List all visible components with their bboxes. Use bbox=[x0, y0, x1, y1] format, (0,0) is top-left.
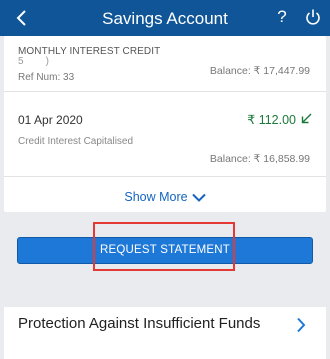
divider bbox=[4, 91, 326, 92]
chevron-right-icon bbox=[297, 317, 306, 333]
transaction-amount: ₹ 112.00 bbox=[247, 113, 296, 127]
transaction-subtitle: 5 ) bbox=[18, 56, 49, 67]
transaction-description: Credit Interest Capitalised bbox=[18, 136, 134, 147]
protection-card[interactable]: Protection Against Insufficient Funds bbox=[4, 307, 326, 359]
show-more-link[interactable]: Show More bbox=[4, 190, 326, 204]
power-icon[interactable] bbox=[305, 8, 321, 26]
transaction-ref: Ref Num: 33 bbox=[18, 72, 75, 83]
credit-arrow-icon bbox=[301, 113, 312, 124]
app-header: Savings Account ? bbox=[0, 0, 330, 36]
help-icon[interactable]: ? bbox=[274, 7, 290, 27]
protection-title: Protection Against Insufficient Funds bbox=[18, 315, 261, 332]
chevron-down-icon bbox=[191, 193, 206, 203]
divider bbox=[4, 176, 326, 177]
transaction-balance: Balance: ₹ 17,447.99 bbox=[209, 65, 310, 77]
transaction-balance: Balance: ₹ 16,858.99 bbox=[209, 153, 310, 165]
transactions-card: MONTHLY INTEREST CREDIT 5 ) Ref Num: 33 … bbox=[4, 36, 326, 212]
show-more-label: Show More bbox=[124, 190, 188, 204]
transaction-date: 01 Apr 2020 bbox=[18, 113, 83, 127]
highlight-box bbox=[93, 222, 235, 271]
